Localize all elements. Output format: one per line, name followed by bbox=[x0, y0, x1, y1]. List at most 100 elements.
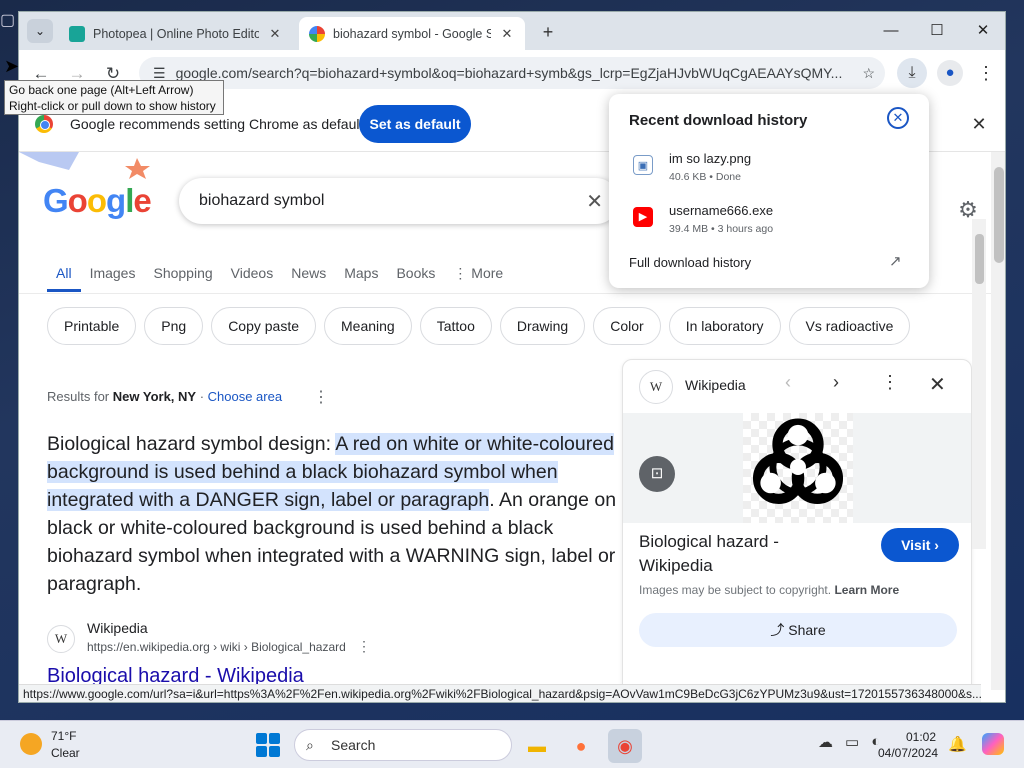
search-type-tabs: All Images Shopping Videos News Maps Boo… bbox=[47, 262, 512, 292]
notification-bell-icon[interactable]: 🔔 bbox=[948, 735, 967, 753]
tabs-divider bbox=[19, 293, 991, 294]
system-tray: ☁ ▭ ◐ bbox=[818, 733, 880, 751]
search-query-text: biohazard symbol bbox=[199, 192, 325, 209]
result-site-name[interactable]: Wikipedia bbox=[87, 620, 148, 636]
onedrive-icon[interactable]: ☁ bbox=[818, 733, 833, 751]
page-scrollbar-thumb[interactable] bbox=[994, 167, 1004, 263]
tab-more-label: More bbox=[471, 265, 504, 281]
tab-more[interactable]: ⋮ More bbox=[444, 262, 512, 292]
network-icon[interactable]: ▭ bbox=[845, 733, 859, 751]
infobar-close-icon[interactable]: ✕ bbox=[967, 112, 991, 136]
snippet-text: Biological hazard symbol design: bbox=[47, 433, 336, 455]
download-item[interactable]: ▶ username666.exe 39.4 MB • 3 hours ago bbox=[633, 203, 913, 243]
weather-temp[interactable]: 71°F bbox=[51, 729, 76, 743]
copyright-notice: Images may be subject to copyright. Lear… bbox=[639, 583, 899, 597]
chip-copy-paste[interactable]: Copy paste bbox=[211, 307, 317, 345]
chip-meaning[interactable]: Meaning bbox=[324, 307, 412, 345]
file-explorer-icon[interactable]: ▬ bbox=[520, 729, 554, 763]
download-history-popup: Recent download history ✕ ▣ im so lazy.p… bbox=[609, 94, 929, 288]
chip-png[interactable]: Png bbox=[144, 307, 204, 345]
tab-title: Photopea | Online Photo Editor bbox=[93, 26, 259, 41]
image-file-icon: ▣ bbox=[633, 155, 653, 175]
tab-google-search[interactable]: biohazard symbol - Google Search ✕ bbox=[299, 17, 525, 50]
external-link-icon[interactable]: ↗ bbox=[889, 252, 902, 270]
google-lens-icon[interactable]: ⊡ bbox=[639, 456, 675, 492]
search-icon: ⌕ bbox=[306, 737, 314, 753]
panel-more-icon[interactable]: ⋮ bbox=[881, 372, 899, 393]
chevron-right-icon[interactable]: › bbox=[833, 372, 839, 393]
maximize-button[interactable]: ☐ bbox=[917, 18, 957, 44]
download-filename: username666.exe bbox=[669, 203, 774, 218]
chip-printable[interactable]: Printable bbox=[47, 307, 137, 345]
chip-in-laboratory[interactable]: In laboratory bbox=[668, 307, 781, 345]
chip-color[interactable]: Color bbox=[593, 307, 661, 345]
firefox-icon[interactable]: ● bbox=[564, 729, 598, 763]
results-location: Results for New York, NY · Choose area bbox=[47, 389, 282, 404]
share-icon: ⤴ bbox=[770, 622, 789, 638]
location-name: New York, NY bbox=[112, 389, 197, 404]
full-download-history-link[interactable]: Full download history bbox=[629, 255, 751, 270]
learn-more-link[interactable]: Learn More bbox=[834, 583, 899, 597]
panel-scrollbar-thumb[interactable] bbox=[975, 234, 984, 284]
search-input[interactable]: biohazard symbol ✕ bbox=[179, 178, 619, 224]
chrome-taskbar-icon[interactable]: ◉ bbox=[608, 729, 642, 763]
new-tab-button[interactable]: + bbox=[535, 21, 561, 45]
google-logo[interactable]: Google bbox=[43, 182, 152, 220]
tab-all[interactable]: All bbox=[47, 262, 81, 292]
tab-photopea[interactable]: Photopea | Online Photo Editor ✕ bbox=[59, 17, 293, 50]
chip-vs-radioactive[interactable]: Vs radioactive bbox=[788, 307, 911, 345]
tab-images[interactable]: Images bbox=[81, 262, 145, 292]
tab-maps[interactable]: Maps bbox=[335, 262, 387, 292]
clock-date[interactable]: 04/07/2024 bbox=[878, 746, 938, 760]
address-bar[interactable]: ☰ google.com/search?q=biohazard+symbol&o… bbox=[139, 57, 885, 89]
download-popup-title: Recent download history bbox=[629, 112, 808, 129]
weather-moon-icon[interactable] bbox=[20, 733, 42, 755]
tab-videos[interactable]: Videos bbox=[222, 262, 283, 292]
share-button[interactable]: ⤴ Share bbox=[639, 613, 957, 647]
start-button[interactable] bbox=[256, 733, 280, 757]
chip-tattoo[interactable]: Tattoo bbox=[419, 307, 492, 345]
panel-close-icon[interactable]: ✕ bbox=[929, 372, 946, 397]
visit-button[interactable]: Visit › bbox=[881, 528, 959, 562]
clock-time[interactable]: 01:02 bbox=[906, 730, 936, 744]
download-icon[interactable]: ⤓ bbox=[897, 58, 927, 88]
set-default-button[interactable]: Set as default bbox=[359, 105, 471, 143]
status-bar-url: https://www.google.com/url?sa=i&url=http… bbox=[19, 684, 981, 702]
tab-shopping[interactable]: Shopping bbox=[144, 262, 221, 292]
chip-drawing[interactable]: Drawing bbox=[499, 307, 586, 345]
site-info-icon[interactable]: ☰ bbox=[153, 65, 166, 82]
chrome-menu-icon[interactable]: ⋮ bbox=[975, 60, 997, 86]
panel-source[interactable]: Wikipedia bbox=[685, 377, 746, 393]
result-more-icon[interactable]: ⋮ bbox=[357, 638, 371, 655]
weather-condition[interactable]: Clear bbox=[51, 746, 80, 760]
google-g-icon bbox=[309, 25, 325, 42]
tab-close-icon[interactable]: ✕ bbox=[499, 26, 515, 42]
close-icon[interactable]: ✕ bbox=[887, 107, 909, 129]
tab-close-icon[interactable]: ✕ bbox=[267, 26, 283, 42]
taskbar-search[interactable]: Search bbox=[294, 729, 512, 761]
bookmark-star-icon[interactable]: ☆ bbox=[862, 65, 875, 82]
window-close-button[interactable]: ✕ bbox=[963, 18, 1003, 44]
choose-area-link[interactable]: Choose area bbox=[208, 389, 282, 404]
clear-search-icon[interactable]: ✕ bbox=[586, 189, 603, 214]
result-url[interactable]: https://en.wikipedia.org › wiki › Biolog… bbox=[87, 640, 346, 654]
share-label: Share bbox=[788, 622, 826, 638]
download-item[interactable]: ▣ im so lazy.png 40.6 KB • Done bbox=[633, 151, 913, 191]
minimize-button[interactable]: — bbox=[871, 18, 911, 44]
taskbar: 71°F Clear Search ⌕ ▬ ● ◉ ☁ ▭ ◐ 01:02 04… bbox=[0, 720, 1024, 768]
location-more-icon[interactable]: ⋮ bbox=[313, 387, 329, 407]
back-button-tooltip: Go back one page (Alt+Left Arrow) Right-… bbox=[4, 80, 224, 115]
tooltip-line: Right-click or pull down to show history bbox=[9, 99, 216, 113]
biohazard-symbol-image[interactable] bbox=[741, 410, 855, 524]
profile-avatar-icon[interactable]: ● bbox=[937, 60, 963, 86]
more-dots-icon: ⋮ bbox=[453, 265, 472, 281]
copilot-icon[interactable] bbox=[982, 733, 1004, 755]
tab-news[interactable]: News bbox=[282, 262, 335, 292]
panel-title[interactable]: Biological hazard - Wikipedia bbox=[639, 530, 839, 578]
separator: · bbox=[196, 389, 208, 404]
tab-books[interactable]: Books bbox=[387, 262, 444, 292]
chevron-left-icon[interactable]: ‹ bbox=[785, 372, 791, 393]
tab-search-dropdown[interactable]: ⌄ bbox=[27, 19, 53, 43]
results-for-label: Results for bbox=[47, 389, 113, 404]
featured-snippet: Biological hazard symbol design: A red o… bbox=[47, 430, 627, 598]
